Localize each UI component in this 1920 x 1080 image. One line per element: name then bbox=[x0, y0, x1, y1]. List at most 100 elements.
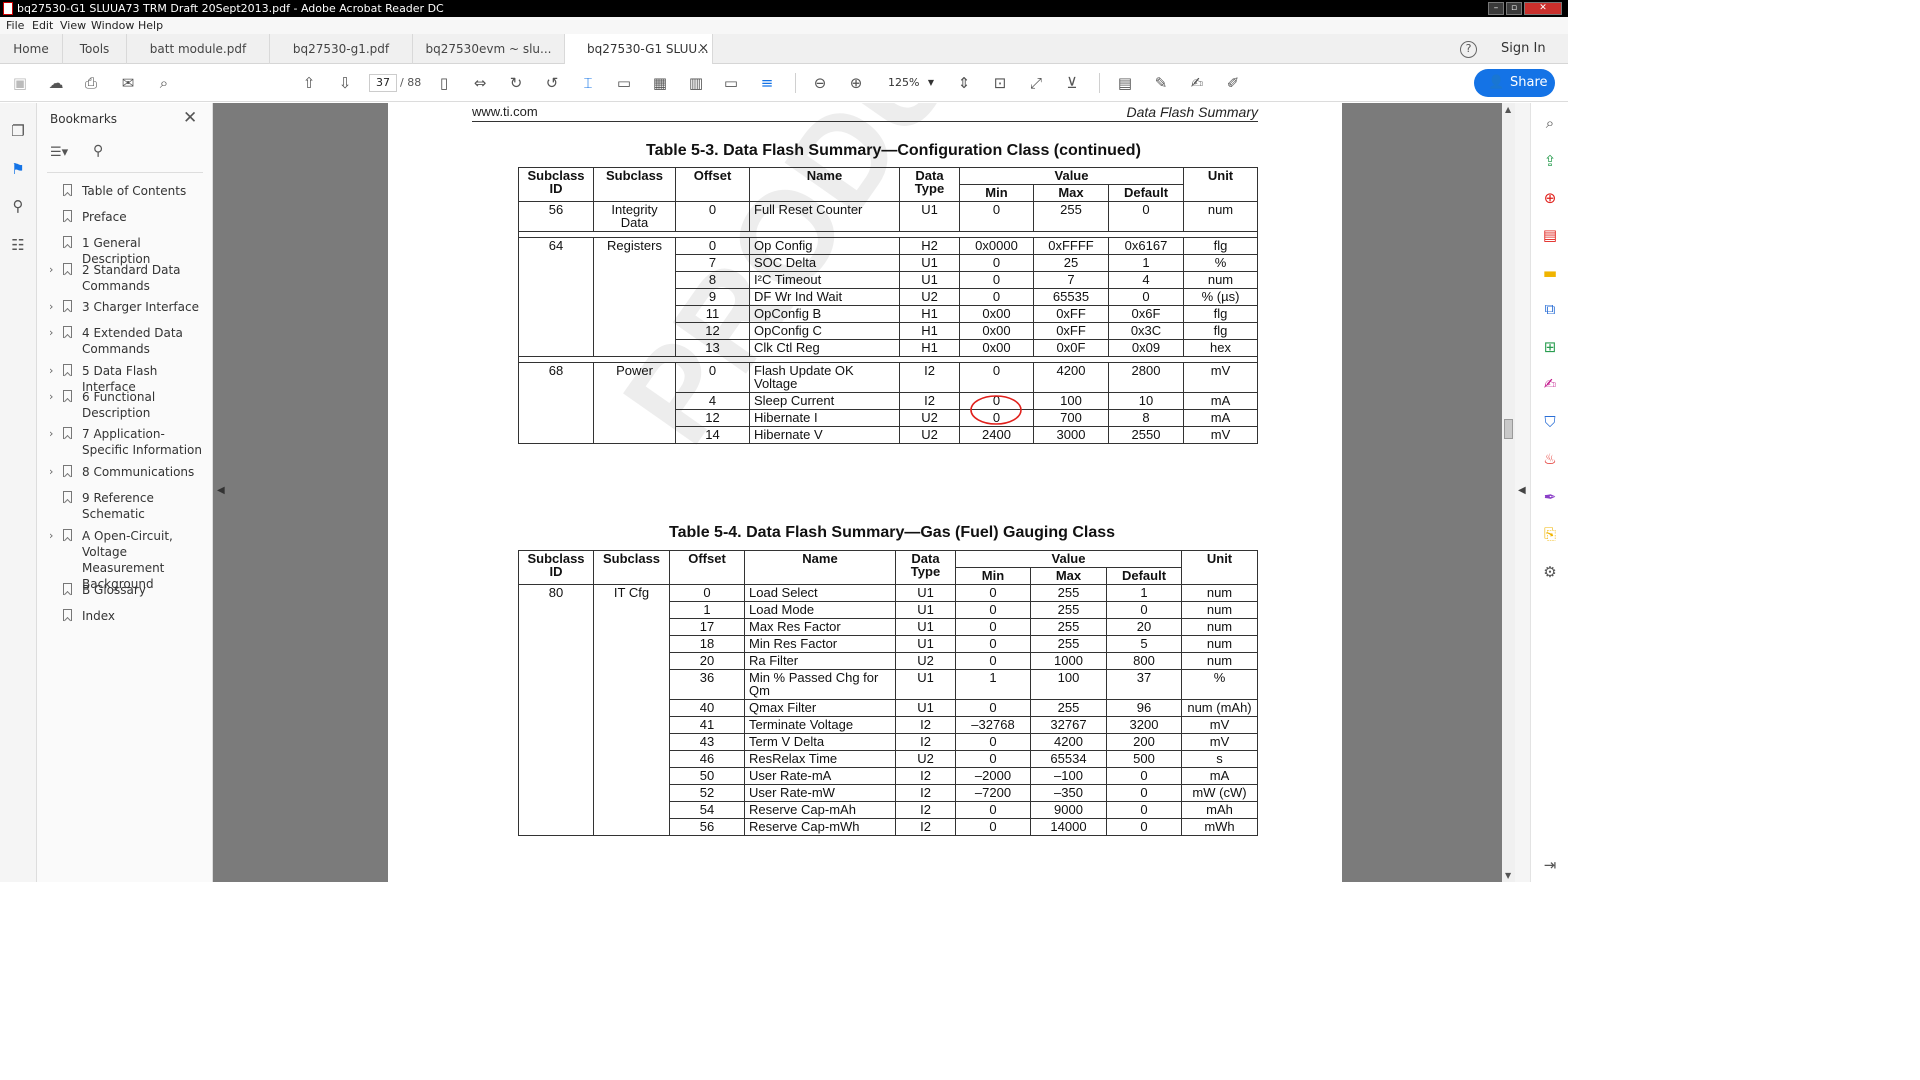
red-circle-annotation[interactable] bbox=[968, 393, 1024, 429]
doc-header-left[interactable]: www.ti.com bbox=[472, 104, 538, 119]
create-pdf-icon[interactable]: ⊕ bbox=[1540, 188, 1560, 208]
highlight-pen-icon[interactable]: ✎ bbox=[1151, 73, 1171, 93]
minimize-icon[interactable]: – bbox=[1488, 2, 1504, 15]
save-icon[interactable]: ▣ bbox=[10, 73, 30, 93]
share-button[interactable]: 👤 Share bbox=[1474, 69, 1555, 97]
bookmark-item[interactable]: Index bbox=[63, 608, 205, 624]
print-icon[interactable]: ⎙ bbox=[81, 73, 101, 93]
close-window-icon[interactable]: ✕ bbox=[1524, 2, 1562, 15]
next-page-icon[interactable]: ⇩ bbox=[335, 73, 355, 93]
bookmark-item[interactable]: 9 Reference Schematic bbox=[63, 490, 205, 522]
tab-close-icon[interactable]: × bbox=[698, 34, 709, 64]
tab-home[interactable]: Home bbox=[0, 34, 63, 64]
collapse-panel-icon[interactable]: ◀ bbox=[217, 485, 225, 496]
collapse-pane-icon[interactable]: ⇥ bbox=[1540, 855, 1560, 875]
menu-file[interactable]: File bbox=[6, 17, 24, 34]
min-cell: 0 bbox=[959, 254, 1034, 272]
vertical-scrollbar[interactable]: ▲ ▼ bbox=[1502, 103, 1515, 882]
bookmark-icon[interactable]: ⚑ bbox=[8, 159, 28, 179]
unit-cell: mA bbox=[1181, 767, 1258, 785]
maximize-icon[interactable]: ▫ bbox=[1506, 2, 1522, 15]
toolbar-divider bbox=[1099, 73, 1100, 93]
tab-doc-batt-module[interactable]: batt module.pdf bbox=[127, 34, 270, 64]
search-icon[interactable]: ⌕ bbox=[154, 73, 174, 93]
name-cell: Term V Delta bbox=[744, 733, 896, 751]
rotate-clockwise-icon[interactable]: ↻ bbox=[506, 73, 526, 93]
continuous-scroll-icon[interactable]: ≡ bbox=[757, 73, 777, 93]
fill-and-sign-icon[interactable]: ✍ bbox=[1540, 374, 1560, 394]
draw-icon[interactable]: ✍ bbox=[1187, 73, 1207, 93]
fill-sign-icon[interactable]: ✐ bbox=[1223, 73, 1243, 93]
scrolling-mode-icon[interactable]: ▦ bbox=[650, 73, 670, 93]
prev-page-icon[interactable]: ⇧ bbox=[299, 73, 319, 93]
bookmark-item[interactable]: › 2 Standard Data Commands bbox=[49, 262, 205, 294]
acrobat-pdf-icon[interactable]: ♨ bbox=[1540, 449, 1560, 469]
options-menu-icon[interactable]: ☰▾ bbox=[50, 145, 68, 160]
fit-page-icon[interactable]: ⇕ bbox=[954, 73, 974, 93]
comment-icon[interactable]: ▤ bbox=[1115, 73, 1135, 93]
two-page-icon[interactable]: ▥ bbox=[686, 73, 706, 93]
upload-cloud-icon[interactable]: ☁ bbox=[46, 73, 66, 93]
email-icon[interactable]: ✉ bbox=[118, 73, 138, 93]
send-and-track-icon[interactable]: ⎘ bbox=[1540, 524, 1560, 544]
tab-doc-bq27530-g1-sluu[interactable]: bq27530-G1 SLUU... × bbox=[565, 34, 713, 65]
sign-in-link[interactable]: Sign In bbox=[1501, 34, 1546, 64]
protect-icon[interactable]: ⛉ bbox=[1540, 412, 1560, 432]
structure-tree-icon[interactable]: ☷ bbox=[8, 235, 28, 255]
zoom-out-icon[interactable]: ⊖ bbox=[810, 73, 830, 93]
single-page-icon[interactable]: ▯ bbox=[434, 73, 454, 93]
page-number-input[interactable]: 37 bbox=[369, 74, 397, 92]
menu-edit[interactable]: Edit bbox=[32, 17, 53, 34]
attachment-icon[interactable]: ⚲ bbox=[8, 196, 28, 216]
send-for-signature-icon[interactable]: ✒ bbox=[1540, 487, 1560, 507]
bookmark-item[interactable]: B Glossary bbox=[63, 582, 205, 598]
max-cell: 255 bbox=[1030, 635, 1107, 653]
search-tool-icon[interactable]: ⌕ bbox=[1540, 113, 1560, 133]
scroll-down-icon[interactable]: ▼ bbox=[1505, 871, 1511, 880]
rotate-counterclockwise-icon[interactable]: ↺ bbox=[542, 73, 562, 93]
tab-tools[interactable]: Tools bbox=[63, 34, 127, 64]
read-mode-icon[interactable]: ▭ bbox=[721, 73, 741, 93]
col-default: Default bbox=[1106, 567, 1182, 585]
menu-window[interactable]: Window bbox=[91, 17, 134, 34]
marquee-zoom-icon[interactable]: ⊡ bbox=[990, 73, 1010, 93]
tab-doc-bq27530evm[interactable]: bq27530evm ~ slu... bbox=[413, 34, 565, 64]
bookmark-item[interactable]: › 3 Charger Interface bbox=[49, 299, 205, 315]
tab-doc-bq27530-g1[interactable]: bq27530-g1.pdf bbox=[270, 34, 413, 64]
zoom-select[interactable]: 125% ▼ bbox=[880, 74, 938, 92]
bookmark-item[interactable]: Table of Contents bbox=[63, 183, 205, 199]
combine-files-icon[interactable]: ⧉ bbox=[1540, 299, 1560, 319]
bookmark-item[interactable]: Preface bbox=[63, 209, 205, 225]
scroll-up-icon[interactable]: ▲ bbox=[1505, 105, 1511, 114]
zoom-in-icon[interactable]: ⊕ bbox=[846, 73, 866, 93]
fit-width-icon[interactable]: ⇔ bbox=[470, 73, 490, 93]
page-view-icon[interactable]: ▭ bbox=[614, 73, 634, 93]
help-icon[interactable]: ? bbox=[1460, 41, 1477, 58]
bookmark-item[interactable]: › 6 Functional Description bbox=[49, 389, 205, 421]
scrollbar-thumb[interactable] bbox=[1504, 419, 1513, 439]
col-subclass-id: Subclass ID bbox=[518, 550, 594, 585]
comment-tool-icon[interactable]: ▬ bbox=[1540, 263, 1560, 283]
more-tools-icon[interactable]: ⚙ bbox=[1540, 562, 1560, 582]
col-subclass: Subclass bbox=[593, 550, 670, 585]
table-row: 68 Power 0 Flash Update OK Voltage I2 0 4200 28… bbox=[518, 362, 1258, 444]
bookmark-item[interactable]: › 7 Application-Specific Information bbox=[49, 426, 205, 458]
keyboard-scroll-icon[interactable]: ⊻ bbox=[1062, 73, 1082, 93]
find-bookmark-icon[interactable]: ⚲ bbox=[93, 143, 103, 159]
unit-cell: num bbox=[1181, 601, 1258, 619]
organize-pages-icon[interactable]: ⊞ bbox=[1540, 337, 1560, 357]
menu-view[interactable]: View bbox=[60, 17, 86, 34]
edit-pdf-icon[interactable]: ▤ bbox=[1540, 225, 1560, 245]
col-subclass-id: Subclass ID bbox=[518, 167, 594, 202]
expand-tools-icon[interactable]: ◀ bbox=[1518, 485, 1526, 496]
close-panel-icon[interactable]: ✕ bbox=[183, 108, 197, 128]
menu-help[interactable]: Help bbox=[138, 17, 163, 34]
select-tool-icon[interactable]: ⌶ bbox=[578, 73, 598, 93]
bookmark-item[interactable]: › 4 Extended Data Commands bbox=[49, 325, 205, 357]
page-thumbnails-icon[interactable]: ❐ bbox=[8, 121, 28, 141]
export-pdf-icon[interactable]: ⇪ bbox=[1540, 151, 1560, 171]
bookmark-item[interactable]: › 8 Communications bbox=[49, 464, 205, 480]
min-cell: 0 bbox=[959, 201, 1034, 232]
data-type-cell: I2 bbox=[895, 767, 956, 785]
full-screen-icon[interactable]: ⤢ bbox=[1026, 73, 1046, 93]
